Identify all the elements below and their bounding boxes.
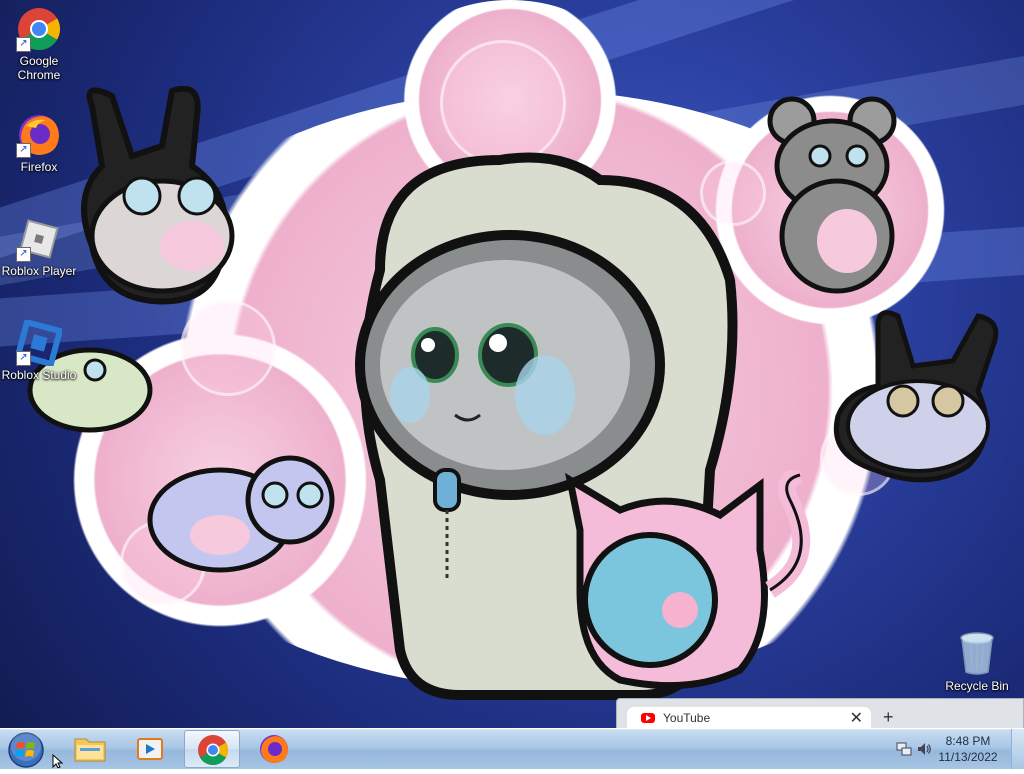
mouse-cursor-icon [52,754,64,768]
taskbar-media-player[interactable] [122,730,178,768]
firefox-icon [260,735,288,763]
chrome-icon [198,735,229,766]
recycle-bin-icon [960,632,994,675]
show-desktop-button[interactable] [1011,729,1024,769]
desktop-icon-label: Roblox Studio [1,368,77,382]
bubble [440,40,566,166]
tab-close-button[interactable]: ✕ [850,708,863,728]
tab-youtube[interactable]: YouTube ✕ [627,707,871,729]
youtube-icon [641,713,655,723]
pink-cat-creature [565,470,811,690]
shortcut-arrow-icon: ↗ [16,143,31,158]
tab-title: YouTube [663,711,711,725]
new-tab-button[interactable]: + [883,708,894,726]
taskbar-clock[interactable]: 8:48 PM 11/13/2022 [928,733,1008,765]
desktop-icon-firefox[interactable]: ↗ Firefox [0,112,78,174]
desktop-icon-label: Firefox [20,160,58,174]
shortcut-arrow-icon: ↗ [16,247,31,262]
taskbar-firefox[interactable] [246,730,302,768]
desktop-icon-label: Recycle Bin [945,679,1009,693]
media-player-icon [137,738,163,760]
desktop-icon-roblox-studio[interactable]: ↗ Roblox Studio [0,318,78,382]
folder-icon [74,738,106,762]
desktop-icon-label: Google Chrome [17,54,61,82]
desktop-icon-label: Roblox Player [1,264,77,278]
taskbar: 8:48 PM 11/13/2022 [0,728,1024,769]
windows-logo-icon [8,731,44,768]
gray-mouse-creature [767,96,897,294]
clock-date: 11/13/2022 [938,750,998,764]
taskbar-google-chrome[interactable] [184,730,240,768]
system-tray: 8:48 PM 11/13/2022 [884,729,1024,769]
desktop-background: ↗ Google Chrome ↗ Firefox ↗ Roblox Playe… [0,0,1024,728]
blue-mouse-creature [147,455,335,573]
desktop-icon-google-chrome[interactable]: ↗ Google Chrome [0,6,78,82]
start-button[interactable] [6,731,46,769]
desktop-icon-recycle-bin[interactable]: Recycle Bin [940,630,1014,693]
clock-time: 8:48 PM [945,734,991,748]
taskbar-file-explorer[interactable] [62,730,118,768]
network-icon[interactable] [896,741,912,757]
shortcut-arrow-icon: ↗ [16,37,31,52]
desktop-icon-roblox-player[interactable]: ↗ Roblox Player [0,216,78,278]
black-bunny-creature [81,86,235,305]
black-bunny-creature-right [833,310,999,483]
chrome-window-tabstrip[interactable]: YouTube ✕ + [616,698,1024,729]
shortcut-arrow-icon: ↗ [16,351,31,366]
